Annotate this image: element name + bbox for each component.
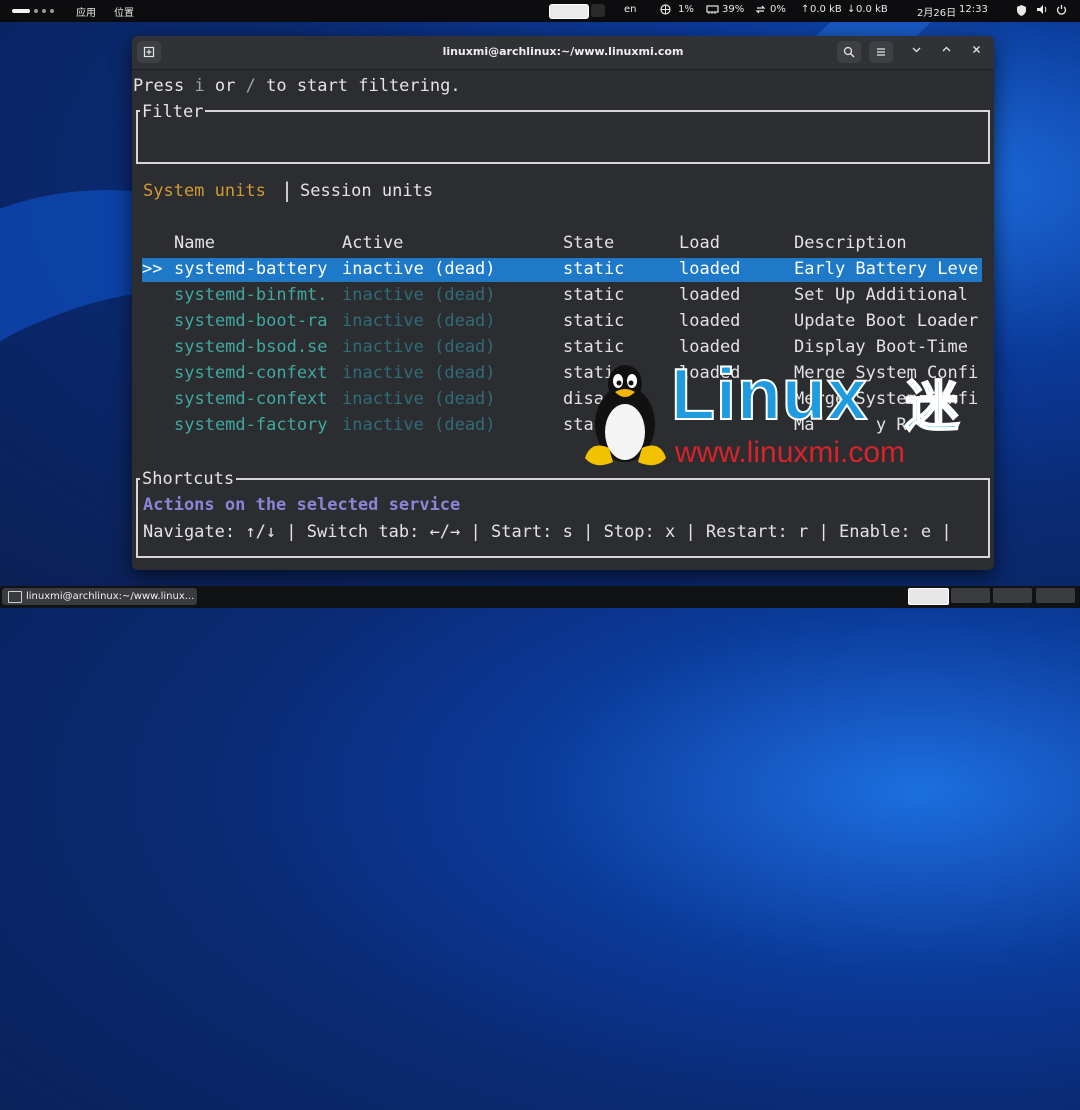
logo-cjk: 迷 xyxy=(904,374,960,439)
tux-penguin-icon xyxy=(585,365,666,466)
shortcuts-box xyxy=(136,478,990,558)
close-button[interactable] xyxy=(964,41,988,63)
window-overview-indicator[interactable] xyxy=(549,4,589,19)
unit-state: static xyxy=(563,259,625,279)
table-row[interactable]: systemd-boot-ra inactive (dead) static l… xyxy=(142,310,982,334)
unit-state: static xyxy=(563,285,625,305)
top-panel: 应用 位置 en 1% 39% 0% ↑ 0.0 kB ↓ 0.0 kB 2月2… xyxy=(0,0,1080,22)
title-bar[interactable]: linuxmi@archlinux:~/www.linuxmi.com xyxy=(132,36,994,70)
hamburger-menu-icon xyxy=(877,48,885,56)
workspace-indicator[interactable] xyxy=(42,9,46,13)
shortcuts-heading: Actions on the selected service xyxy=(143,495,461,515)
filter-hint: Press i or / to start filtering. xyxy=(133,76,461,96)
column-header-state: State xyxy=(563,233,615,253)
unit-load: loaded xyxy=(679,259,741,279)
unit-active: inactive (dead) xyxy=(342,415,496,435)
unit-active: inactive (dead) xyxy=(342,337,496,357)
tab-session-units[interactable]: Session units xyxy=(300,181,433,201)
minimize-button[interactable] xyxy=(904,41,928,63)
cpu-usage: 1% xyxy=(678,4,694,15)
taskbar-window-terminal[interactable]: linuxmi@archlinux:~/www.linux... xyxy=(2,588,197,605)
table-row-selected[interactable]: >> systemd-battery inactive (dead) stati… xyxy=(142,258,982,282)
unit-name: systemd-confext xyxy=(174,363,328,383)
column-header-name: Name xyxy=(174,233,215,253)
unit-active: inactive (dead) xyxy=(342,389,496,409)
cpu-icon xyxy=(660,4,671,18)
unit-name: systemd-binfmt. xyxy=(174,285,328,305)
unit-name: systemd-boot-ra xyxy=(174,311,328,331)
unit-load: loaded xyxy=(679,311,741,331)
search-button[interactable] xyxy=(837,41,861,63)
logo-word: Linux xyxy=(670,354,868,436)
unit-name: systemd-factory xyxy=(174,415,328,435)
workspace-switcher-4[interactable] xyxy=(1036,588,1075,603)
apps-menu[interactable]: 应用 xyxy=(76,4,96,19)
terminal-icon xyxy=(8,591,22,603)
workspace-switcher-3[interactable] xyxy=(993,588,1032,603)
unit-active: inactive (dead) xyxy=(342,259,496,279)
upload-arrow-icon: ↑ xyxy=(801,4,810,15)
workspace-switcher-2[interactable] xyxy=(951,588,990,603)
unit-state: static xyxy=(563,311,625,331)
filter-box[interactable] xyxy=(136,110,990,164)
shortcuts-label: Shortcuts xyxy=(140,469,237,489)
memory-usage: 39% xyxy=(722,4,745,15)
chevron-up-icon xyxy=(942,46,950,52)
maximize-button[interactable] xyxy=(934,41,958,63)
unit-name: systemd-battery xyxy=(174,259,328,279)
shield-icon[interactable] xyxy=(1016,4,1027,19)
net-download: 0.0 kB xyxy=(856,4,888,15)
search-icon xyxy=(843,46,855,58)
terminal-area[interactable]: Press i or / to start filtering. Filter … xyxy=(132,70,994,570)
column-header-description: Description xyxy=(794,233,907,253)
unit-active: inactive (dead) xyxy=(342,363,496,383)
tab-system-units[interactable]: System units xyxy=(143,181,266,201)
workspace-indicator-active[interactable] xyxy=(12,9,30,13)
logo-url: www.linuxmi.com xyxy=(675,436,906,469)
shortcuts-keys: Navigate: ↑/↓ | Switch tab: ←/→ | Start:… xyxy=(143,522,952,542)
table-row[interactable]: systemd-binfmt. inactive (dead) static l… xyxy=(142,284,982,308)
unit-description: Update Boot Loader xyxy=(794,311,979,331)
tab-separator: | xyxy=(281,178,294,202)
terminal-window: linuxmi@archlinux:~/www.linuxmi.com Pres… xyxy=(132,36,994,570)
net-upload: 0.0 kB xyxy=(810,4,842,15)
selection-marker: >> xyxy=(142,259,163,279)
column-header-load: Load xyxy=(679,233,720,253)
swap-usage: 0% xyxy=(770,4,786,15)
chevron-down-icon xyxy=(912,47,920,53)
close-icon xyxy=(972,46,980,53)
clock[interactable]: 12:33 xyxy=(959,4,988,15)
date[interactable]: 2月26日 xyxy=(917,4,956,19)
filter-label: Filter xyxy=(140,102,206,122)
download-arrow-icon: ↓ xyxy=(847,4,856,15)
linuxmi-watermark-logo: Linux 迷 www.linuxmi.com xyxy=(583,354,963,474)
swap-icon xyxy=(755,4,766,18)
unit-description: Early Battery Leve xyxy=(794,259,979,279)
workspace-indicator[interactable] xyxy=(50,9,54,13)
memory-icon xyxy=(706,4,719,18)
keyboard-layout[interactable]: en xyxy=(624,4,637,15)
unit-active: inactive (dead) xyxy=(342,285,496,305)
workspace-switcher-1[interactable] xyxy=(908,588,949,605)
unit-active: inactive (dead) xyxy=(342,311,496,331)
workspace-indicator[interactable] xyxy=(34,9,38,13)
window-overview-indicator[interactable] xyxy=(591,4,605,17)
unit-name: systemd-bsod.se xyxy=(174,337,328,357)
places-menu[interactable]: 位置 xyxy=(114,4,134,19)
power-icon[interactable] xyxy=(1056,4,1067,18)
window-title: linuxmi@archlinux:~/www.linuxmi.com xyxy=(442,45,684,58)
unit-state: static xyxy=(563,337,625,357)
unit-name: systemd-confext xyxy=(174,389,328,409)
unit-description: Set Up Additional xyxy=(794,285,968,305)
menu-button[interactable] xyxy=(869,41,893,63)
column-header-active: Active xyxy=(342,233,404,253)
unit-load: loaded xyxy=(679,285,741,305)
taskbar-window-label: linuxmi@archlinux:~/www.linux... xyxy=(26,591,195,602)
volume-icon[interactable] xyxy=(1036,4,1048,18)
